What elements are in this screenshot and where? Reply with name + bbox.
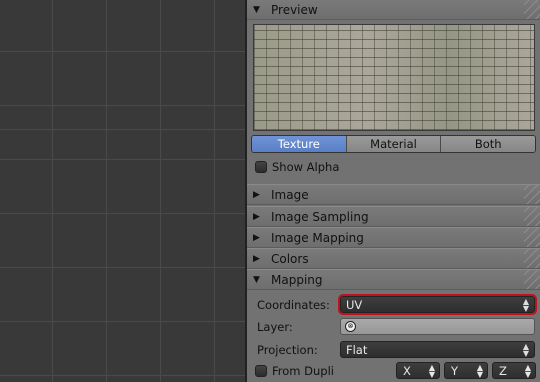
- x-axis-line: [0, 129, 245, 130]
- layer-label: Layer:: [257, 320, 293, 334]
- drag-grip-icon[interactable]: [524, 185, 540, 204]
- triangle-down-icon: ▼: [253, 274, 260, 285]
- show-alpha-row[interactable]: Show Alpha: [255, 160, 339, 174]
- triangle-down-icon: ▼: [253, 4, 260, 15]
- drag-grip-icon[interactable]: [524, 249, 540, 268]
- tab-both[interactable]: Both: [440, 136, 535, 152]
- drag-grip-icon[interactable]: [524, 207, 540, 226]
- image-sampling-section-label: Image Sampling: [271, 209, 369, 224]
- up-down-arrows-icon: ▲ ▼: [522, 341, 529, 358]
- from-dupli-checkbox[interactable]: [255, 365, 267, 377]
- from-dupli-row[interactable]: From Dupli: [255, 364, 334, 378]
- show-alpha-label: Show Alpha: [272, 160, 340, 174]
- projection-label: Projection:: [257, 343, 318, 357]
- properties-panel: ▼ Preview Texture Material Both Show Alp…: [247, 0, 540, 382]
- tab-material[interactable]: Material: [345, 136, 441, 152]
- image-sampling-section-header[interactable]: ▶ Image Sampling: [247, 206, 540, 227]
- projection-dropdown[interactable]: Flat ▲ ▼: [340, 341, 535, 358]
- up-down-arrows-icon: ▲ ▼: [522, 296, 529, 313]
- mapping-section-label: Mapping: [271, 272, 323, 287]
- colors-section-label: Colors: [271, 251, 309, 266]
- image-section-label: Image: [271, 187, 309, 202]
- coordinates-value: UV: [346, 297, 363, 312]
- axis-y-dropdown[interactable]: Y ▲ ▼: [444, 362, 488, 379]
- drag-grip-icon[interactable]: [524, 0, 540, 19]
- image-mapping-section-label: Image Mapping: [271, 230, 364, 245]
- preview-mode-toggle: Texture Material Both: [251, 135, 536, 153]
- show-alpha-checkbox[interactable]: [255, 161, 267, 173]
- triangle-right-icon: ▶: [253, 189, 260, 200]
- image-section-header[interactable]: ▶ Image: [247, 184, 540, 205]
- uv-map-icon: ⊗: [345, 321, 356, 332]
- coordinates-dropdown[interactable]: UV ▲ ▼: [338, 294, 537, 315]
- up-down-arrows-icon: ▲ ▼: [476, 362, 483, 379]
- axis-z-dropdown[interactable]: Z ▲ ▼: [492, 362, 536, 379]
- axis-x-dropdown[interactable]: X ▲ ▼: [396, 362, 440, 379]
- uv-layer-field[interactable]: ⊗: [340, 318, 535, 335]
- preview-section-label: Preview: [271, 2, 318, 17]
- up-down-arrows-icon: ▲ ▼: [524, 362, 531, 379]
- drag-grip-icon[interactable]: [524, 270, 540, 289]
- axis-x-value: X: [403, 363, 411, 378]
- axis-z-value: Z: [499, 363, 507, 378]
- from-dupli-label: From Dupli: [272, 364, 334, 378]
- tab-texture[interactable]: Texture: [252, 136, 346, 152]
- projection-value: Flat: [346, 342, 368, 357]
- triangle-right-icon: ▶: [253, 232, 260, 243]
- coordinates-label: Coordinates:: [257, 298, 330, 312]
- image-mapping-section-header[interactable]: ▶ Image Mapping: [247, 227, 540, 248]
- axis-y-value: Y: [451, 363, 459, 378]
- triangle-right-icon: ▶: [253, 211, 260, 222]
- triangle-right-icon: ▶: [253, 253, 260, 264]
- mapping-section-header[interactable]: ▼ Mapping: [247, 269, 540, 290]
- colors-section-header[interactable]: ▶ Colors: [247, 248, 540, 269]
- drag-grip-icon[interactable]: [524, 228, 540, 247]
- up-down-arrows-icon: ▲ ▼: [428, 362, 435, 379]
- texture-preview-image: [253, 24, 535, 131]
- preview-section-header[interactable]: ▼ Preview: [247, 0, 540, 20]
- 3d-viewport[interactable]: [0, 0, 245, 382]
